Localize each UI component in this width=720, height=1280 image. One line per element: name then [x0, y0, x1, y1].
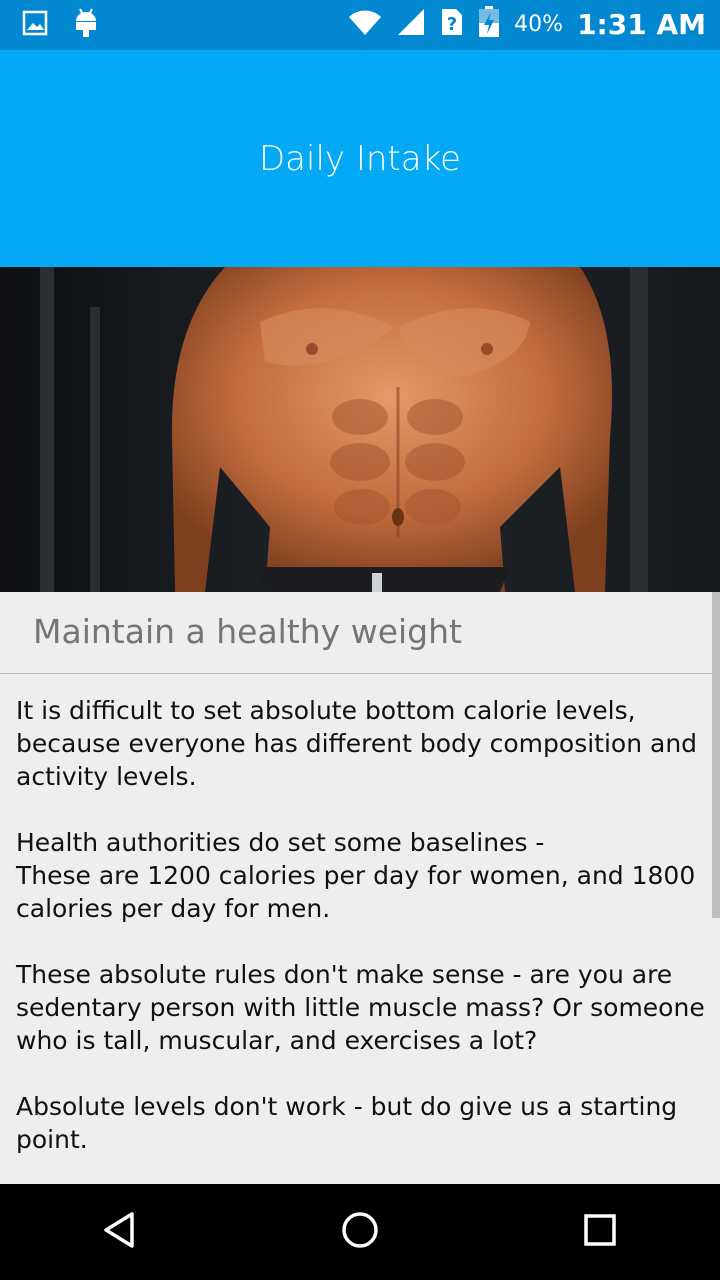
- back-button[interactable]: [80, 1192, 160, 1272]
- paragraph: These are 1200 calories per day for wome…: [16, 861, 696, 923]
- muscular-torso-photo: [0, 267, 720, 592]
- paragraph: It is difficult to set absolute bottom c…: [16, 696, 698, 791]
- paragraph: These absolute rules don't make sense - …: [16, 960, 705, 1055]
- android-icon: [74, 8, 98, 42]
- cell-signal-icon: [396, 7, 426, 41]
- navigation-bar: [0, 1184, 720, 1280]
- app-title: Daily Intake: [259, 138, 461, 179]
- clock: 1:31 AM: [577, 7, 706, 41]
- sim-unknown-icon: ?: [440, 7, 464, 41]
- recents-icon: [580, 1210, 620, 1254]
- divider: [0, 673, 720, 674]
- back-icon: [100, 1210, 140, 1254]
- home-icon: [340, 1210, 380, 1254]
- article-body: It is difficult to set absolute bottom c…: [16, 694, 706, 1189]
- recents-button[interactable]: [560, 1192, 640, 1272]
- home-button[interactable]: [320, 1192, 400, 1272]
- wifi-icon: [348, 8, 382, 40]
- scrollbar[interactable]: [712, 592, 720, 918]
- battery-percent: 40%: [514, 11, 564, 37]
- paragraph: Absolute levels don't work - but do give…: [16, 1092, 678, 1154]
- status-bar: ? 40% 1:31 AM: [0, 0, 720, 50]
- battery-charging-icon: [478, 6, 500, 42]
- paragraph: Health authorities do set some baselines…: [16, 828, 545, 857]
- image-icon: [22, 10, 48, 40]
- section-title: Maintain a healthy weight: [33, 612, 462, 651]
- app-bar: Daily Intake: [0, 50, 720, 267]
- svg-text:?: ?: [447, 14, 457, 35]
